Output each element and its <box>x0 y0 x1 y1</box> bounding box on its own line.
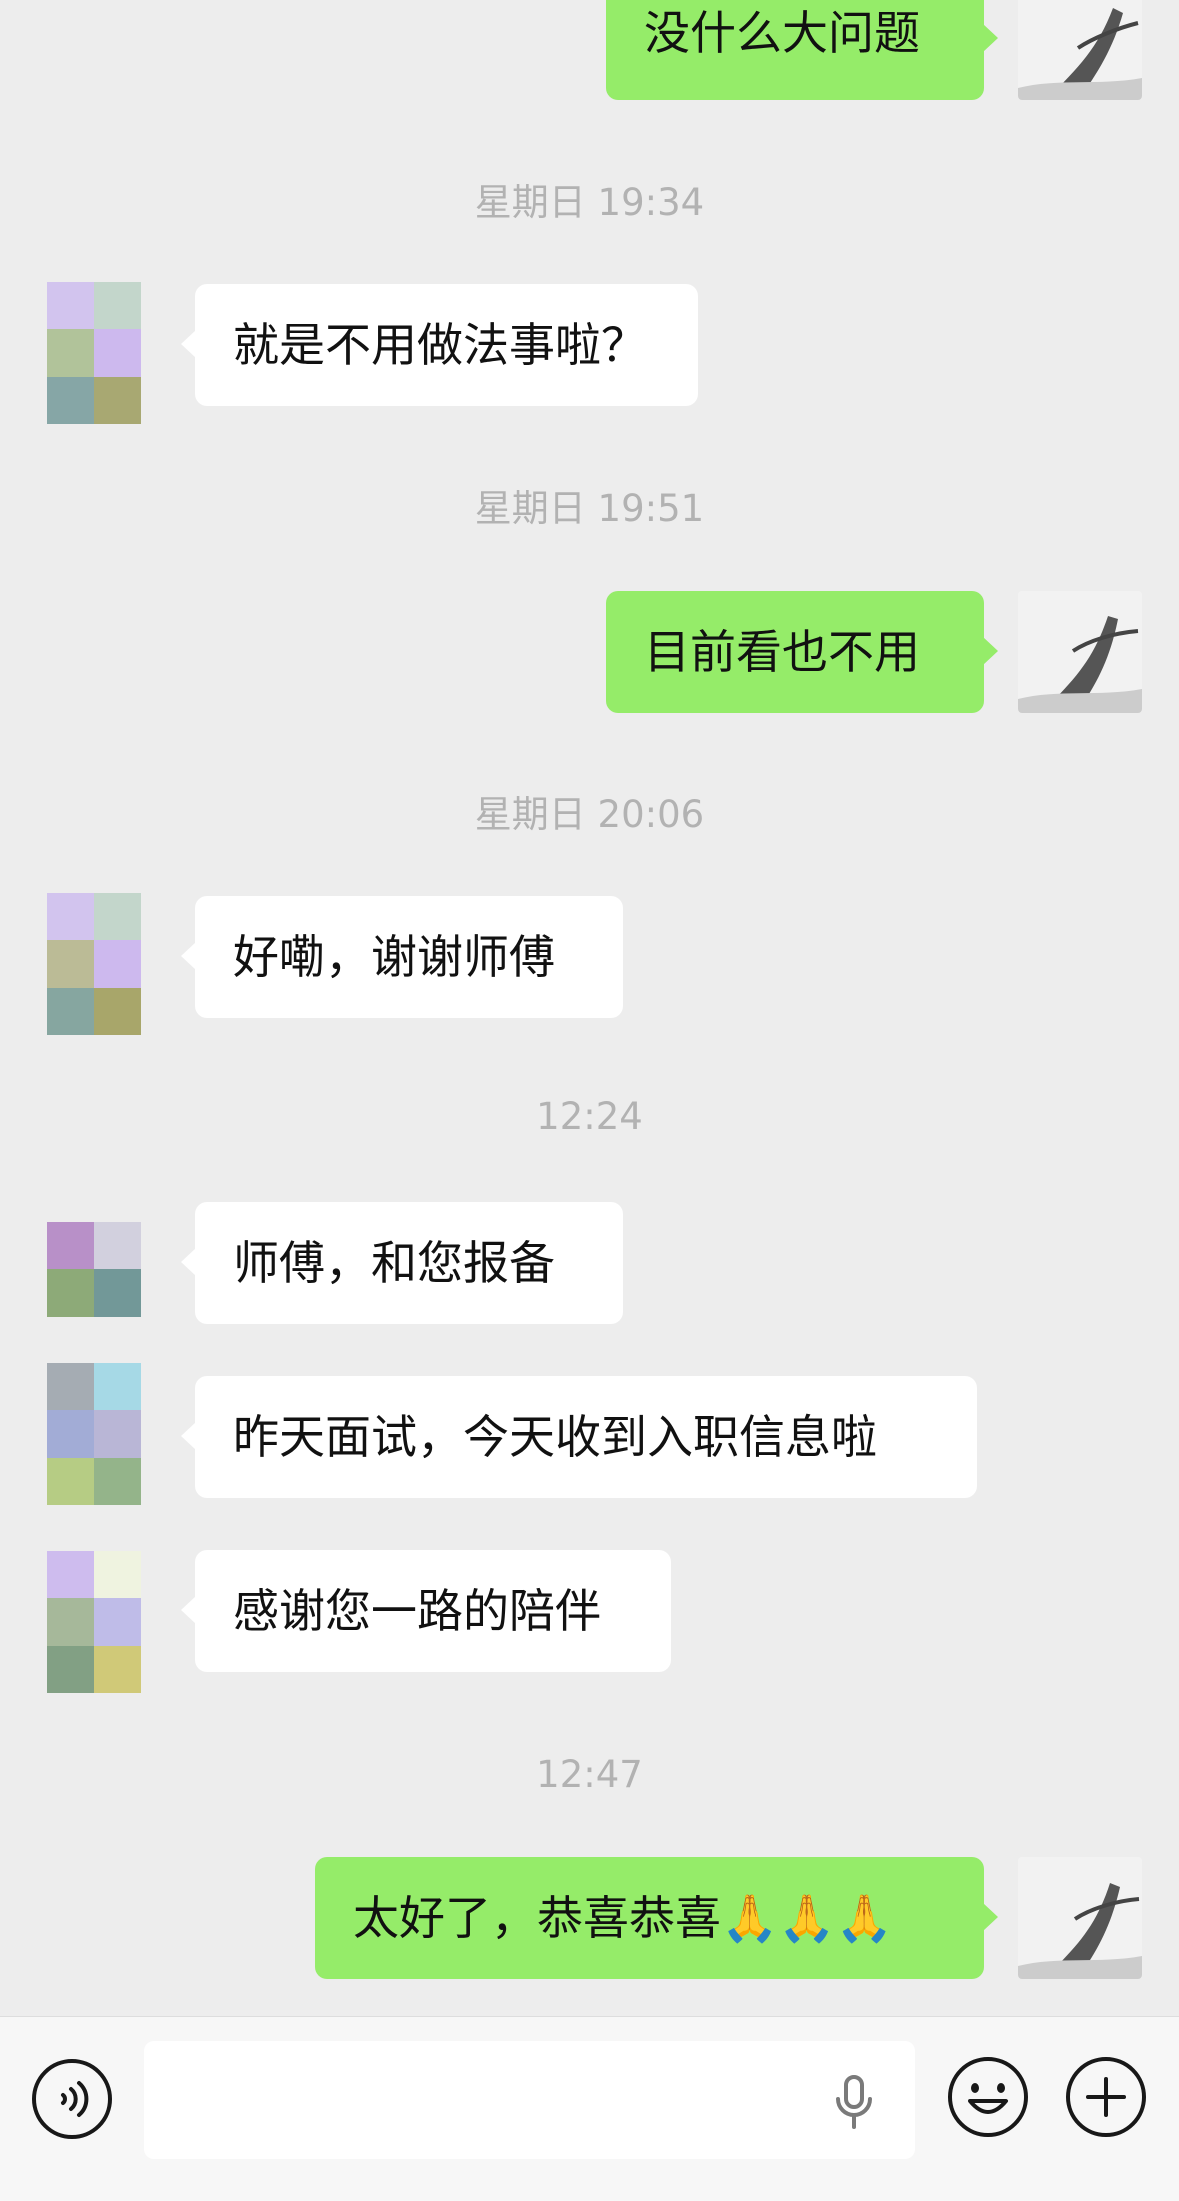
message-text: 昨天面试，今天收到入职信息啦 <box>233 1410 877 1464</box>
contact-avatar[interactable] <box>47 1222 141 1317</box>
emoji-button[interactable] <box>946 2055 1030 2139</box>
timestamp: 12:24 <box>536 1095 643 1138</box>
my-avatar[interactable] <box>1018 591 1142 713</box>
my-avatar[interactable] <box>1018 0 1142 100</box>
message-text: 太好了，恭喜恭喜🙏🙏🙏 <box>353 1891 893 1945</box>
microphone-icon <box>836 2075 872 2129</box>
message-input[interactable] <box>144 2041 915 2159</box>
message-bubble-outgoing[interactable]: 目前看也不用 <box>606 591 998 713</box>
message-bubble-incoming[interactable]: 好嘞，谢谢师傅 <box>181 896 623 1018</box>
message-text: 没什么大问题 <box>644 6 920 60</box>
voice-toggle-button[interactable] <box>30 2057 114 2141</box>
message-bubble-outgoing[interactable]: 太好了，恭喜恭喜🙏🙏🙏 <box>315 1857 998 1979</box>
contact-avatar[interactable] <box>47 1363 141 1505</box>
microphone-button[interactable] <box>829 2075 879 2129</box>
message-text: 师傅，和您报备 <box>233 1236 555 1290</box>
timestamp: 星期日 19:34 <box>474 181 705 224</box>
contact-avatar[interactable] <box>47 1551 141 1693</box>
my-avatar[interactable] <box>1018 1857 1142 1979</box>
timestamp: 星期日 20:06 <box>474 793 705 836</box>
message-text: 目前看也不用 <box>644 625 920 679</box>
plus-icon <box>1066 2057 1146 2137</box>
message-text: 感谢您一路的陪伴 <box>233 1584 601 1638</box>
message-bubble-incoming[interactable]: 昨天面试，今天收到入职信息啦 <box>181 1376 977 1498</box>
message-text: 好嘞，谢谢师傅 <box>233 930 555 984</box>
voice-icon <box>32 2059 112 2139</box>
chat-input-bar <box>0 2016 1179 2201</box>
more-button[interactable] <box>1064 2055 1148 2139</box>
message-text: 就是不用做法事啦？ <box>233 318 647 372</box>
message-bubble-incoming[interactable]: 师傅，和您报备 <box>181 1202 623 1324</box>
message-bubble-incoming[interactable]: 感谢您一路的陪伴 <box>181 1550 671 1672</box>
timestamp: 星期日 19:51 <box>474 487 705 530</box>
emoji-icon <box>948 2057 1028 2137</box>
contact-avatar[interactable] <box>47 282 141 424</box>
message-bubble-outgoing[interactable]: 没什么大问题 <box>606 0 998 100</box>
contact-avatar[interactable] <box>47 893 141 1035</box>
timestamp: 12:47 <box>536 1753 643 1796</box>
message-bubble-incoming[interactable]: 就是不用做法事啦？ <box>181 284 698 406</box>
